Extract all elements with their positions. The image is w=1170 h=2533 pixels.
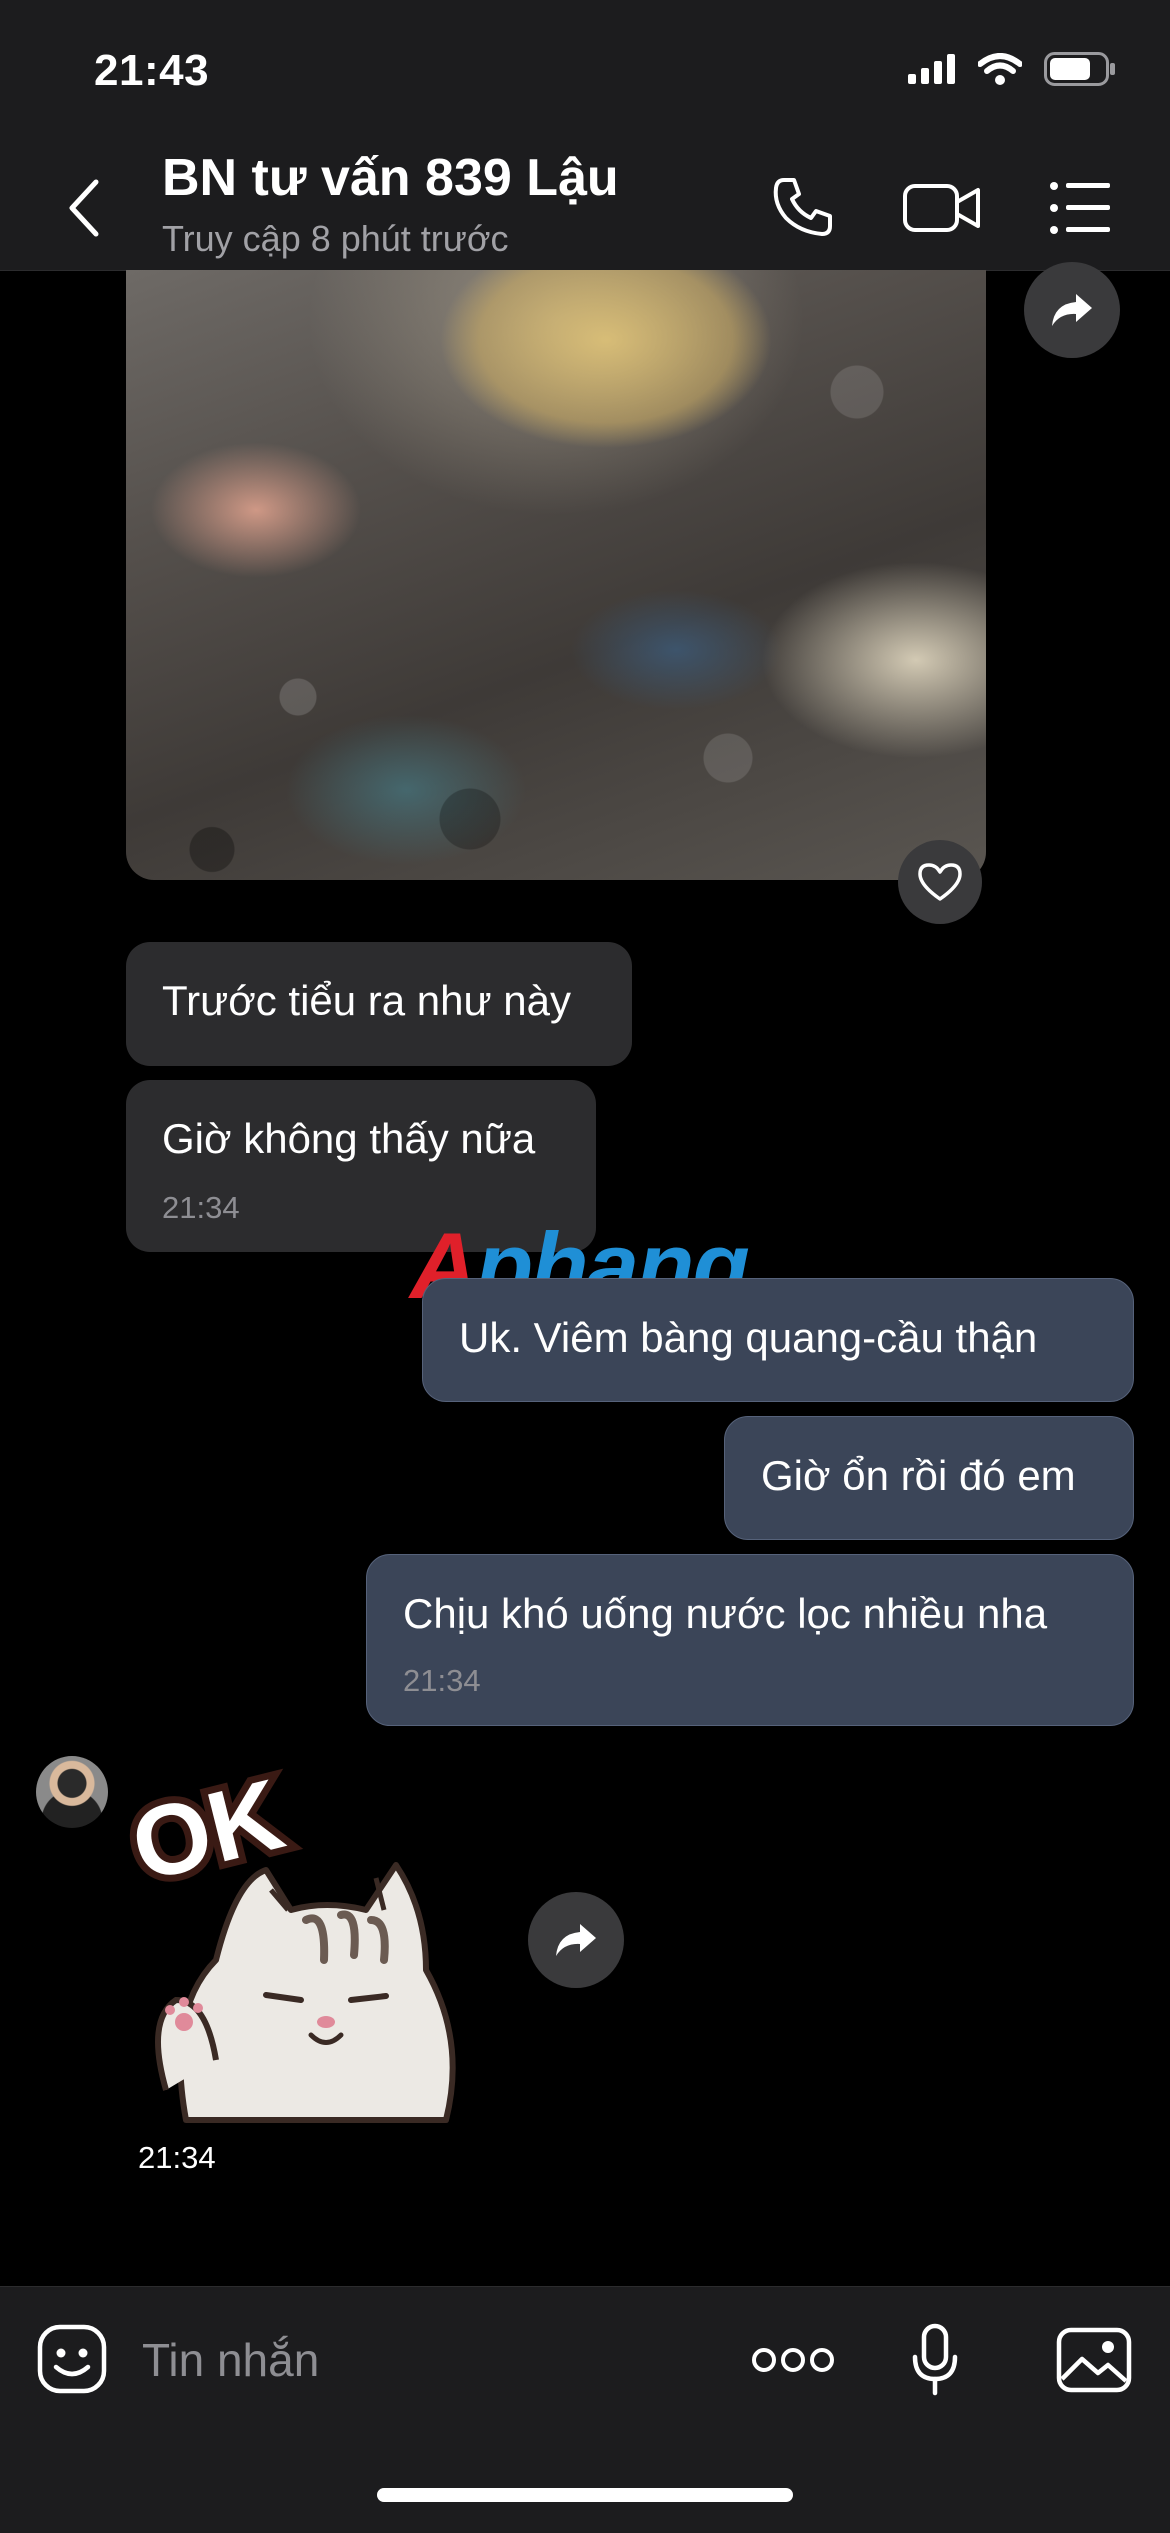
message-bubble-outgoing[interactable]: Uk. Viêm bàng quang-cầu thận xyxy=(422,1278,1134,1402)
gallery-image-icon[interactable] xyxy=(1056,2327,1132,2393)
heart-icon xyxy=(918,863,962,901)
message-time: 21:34 xyxy=(162,1189,240,1225)
message-input[interactable]: Tin nhắn xyxy=(142,2333,319,2387)
message-time: 21:34 xyxy=(403,1662,481,1698)
share-button[interactable] xyxy=(1024,262,1120,358)
react-button[interactable] xyxy=(898,840,982,924)
emoji-sticker-icon[interactable] xyxy=(36,2323,108,2395)
message-text: Giờ không thấy nữa xyxy=(162,1115,536,1162)
home-indicator[interactable] xyxy=(377,2488,793,2502)
message-bubble-outgoing[interactable]: Giờ ổn rồi đó em xyxy=(724,1416,1134,1540)
message-text: Giờ ổn rồi đó em xyxy=(761,1452,1076,1499)
message-text: Uk. Viêm bàng quang-cầu thận xyxy=(459,1314,1038,1361)
share-arrow-icon xyxy=(1052,294,1092,326)
status-time: 21:43 xyxy=(94,46,210,95)
microphone-icon[interactable] xyxy=(910,2323,960,2397)
top-bar: 21:43 BN tư vấn 839 Lậu Truy cập 8 phút … xyxy=(0,0,1170,271)
video-call-icon[interactable] xyxy=(902,176,982,240)
message-text: Chịu khó uống nước lọc nhiều nha xyxy=(403,1590,1048,1637)
message-time: 21:34 xyxy=(128,2136,226,2180)
share-button[interactable] xyxy=(528,1892,624,1988)
last-seen-status: Truy cập 8 phút trước xyxy=(162,218,509,259)
image-message[interactable] xyxy=(126,270,986,880)
back-chevron-icon[interactable] xyxy=(64,178,104,238)
cellular-signal-icon xyxy=(908,54,955,84)
more-options-icon[interactable] xyxy=(750,2345,836,2375)
ok-cat-sticker[interactable]: OK OK xyxy=(126,1760,486,2130)
wifi-icon xyxy=(978,53,1022,85)
avatar[interactable] xyxy=(36,1756,108,1828)
status-icons xyxy=(908,52,1116,86)
menu-list-icon[interactable] xyxy=(1048,176,1112,240)
battery-icon xyxy=(1044,52,1115,86)
message-bubble-incoming[interactable]: Trước tiểu ra như này xyxy=(126,942,632,1066)
message-text: Trước tiểu ra như này xyxy=(162,977,572,1024)
phone-icon[interactable] xyxy=(770,176,834,240)
message-bubble-outgoing[interactable]: Chịu khó uống nước lọc nhiều nha 21:34 xyxy=(366,1554,1134,1726)
share-arrow-icon xyxy=(556,1924,596,1956)
chat-title[interactable]: BN tư vấn 839 Lậu xyxy=(162,148,619,208)
